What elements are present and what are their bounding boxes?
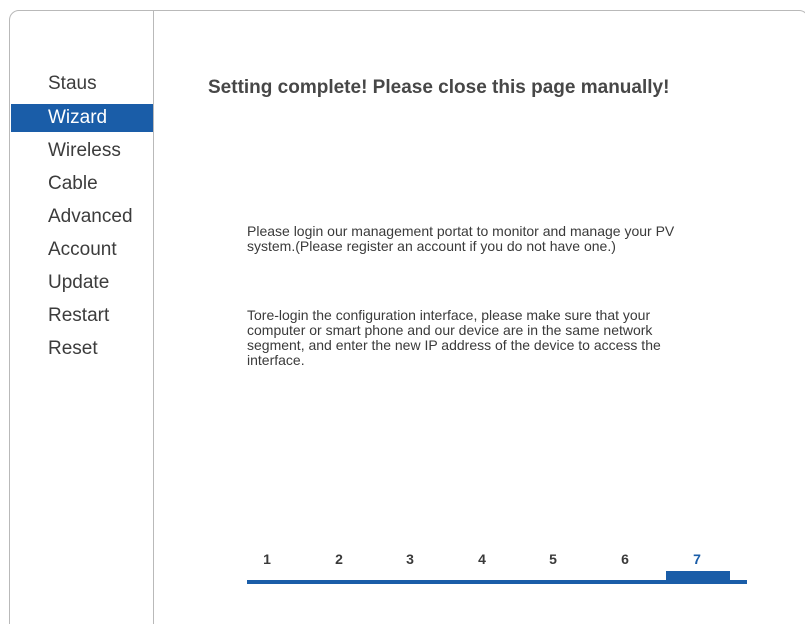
step-label: 1	[263, 551, 271, 567]
sidebar-item-wireless[interactable]: Wireless	[11, 137, 153, 165]
sidebar-item-cable[interactable]: Cable	[11, 170, 153, 198]
login-instructions: Please login our management portat to mo…	[247, 223, 675, 254]
sidebar-item-reset[interactable]: Reset	[11, 335, 153, 363]
step-label: 3	[406, 551, 414, 567]
sidebar-item-wizard[interactable]: Wizard	[11, 104, 153, 132]
sidebar-item-account[interactable]: Account	[11, 236, 153, 264]
step-label: 4	[478, 551, 486, 567]
sidebar-item-restart[interactable]: Restart	[11, 302, 153, 330]
step-label: 6	[621, 551, 629, 567]
step-progress-track	[247, 580, 747, 584]
sidebar: Staus Wizard Wireless Cable Advanced Acc…	[9, 10, 154, 624]
relogin-instructions: Tore-login the configuration interface, …	[247, 307, 661, 368]
step-label: 5	[549, 551, 557, 567]
page-title: Setting complete! Please close this page…	[208, 77, 670, 98]
wizard-step-indicator: 1 2 3 4 5 6 7	[247, 548, 747, 588]
sidebar-item-status[interactable]: Staus	[11, 70, 153, 98]
sidebar-item-update[interactable]: Update	[11, 269, 153, 297]
step-label: 2	[335, 551, 343, 567]
step-label-current: 7	[693, 551, 701, 567]
sidebar-item-advanced[interactable]: Advanced	[11, 203, 153, 231]
